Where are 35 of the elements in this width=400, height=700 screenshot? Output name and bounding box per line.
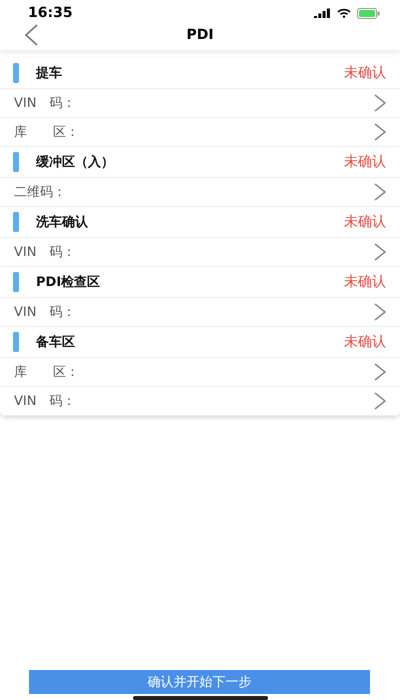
section-title: PDI检查区 (36, 274, 102, 291)
status-label: 未确认 (344, 64, 386, 82)
section-title: 提车 (36, 64, 63, 82)
wifi-icon (337, 8, 351, 18)
field-row[interactable]: 库 区： (0, 118, 400, 147)
status-label: 未确认 (344, 273, 386, 291)
section-marker (13, 272, 19, 292)
section-title: 缓冲区（入） (36, 154, 115, 171)
status-label: 未确认 (344, 213, 386, 231)
section-marker (13, 152, 19, 172)
section-marker (13, 332, 19, 352)
chevron-right-icon (374, 94, 386, 112)
chevron-right-icon (374, 183, 386, 201)
back-icon[interactable] (24, 24, 38, 46)
section-marker (13, 63, 19, 83)
field-row[interactable]: VIN 码： (0, 298, 400, 327)
field-row[interactable]: VIN 码： (0, 238, 400, 267)
status-label: 未确认 (344, 333, 386, 351)
chevron-right-icon (374, 303, 386, 321)
chevron-right-icon (374, 123, 386, 141)
chevron-right-icon (374, 392, 386, 410)
section-title: 备车区 (36, 334, 76, 351)
chevron-right-icon (374, 363, 386, 381)
status-time: 16:35 (28, 5, 73, 21)
battery-icon (357, 8, 380, 18)
section-marker (13, 212, 19, 232)
page-title: PDI (186, 27, 214, 43)
status-label: 未确认 (344, 153, 386, 171)
field-row[interactable]: 二维码： (0, 178, 400, 207)
chevron-right-icon (374, 243, 386, 261)
field-row[interactable]: 库 区： (0, 358, 400, 387)
signal-icon (314, 8, 331, 18)
field-row[interactable]: VIN 码： (0, 387, 400, 416)
section-title: 洗车确认 (36, 214, 89, 231)
field-row[interactable]: VIN 码： (0, 89, 400, 118)
